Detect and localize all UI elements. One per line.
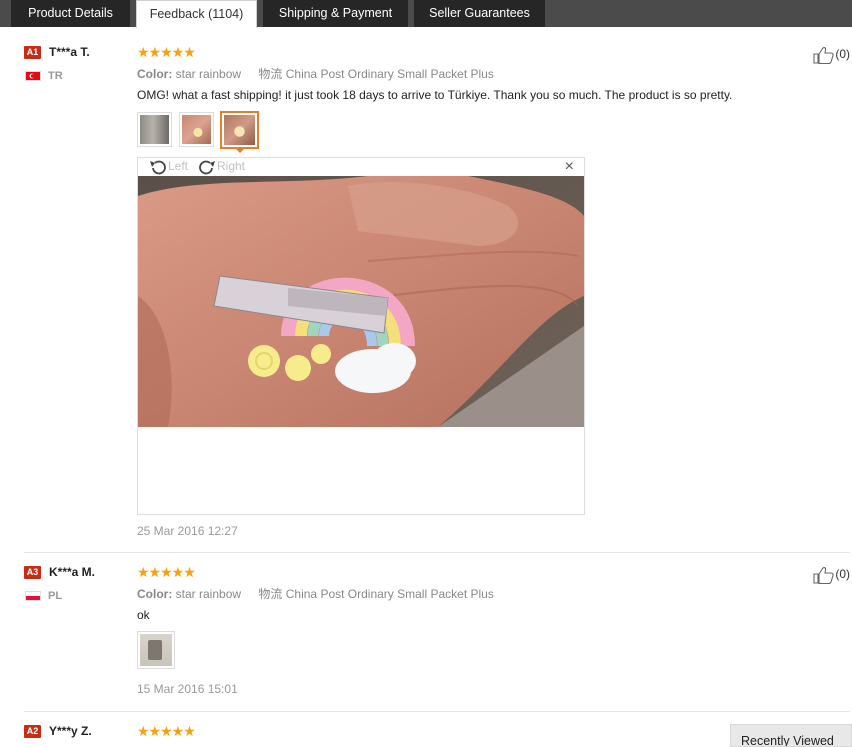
review-date: 25 Mar 2016 12:27 (137, 524, 238, 538)
review-photo-thumb[interactable] (179, 112, 214, 147)
photo-viewer: Left Right × (137, 157, 585, 515)
star-rating: ★★★★★ (137, 723, 196, 739)
thumbs-up-icon (813, 567, 834, 585)
review-date: 15 Mar 2016 15:01 (137, 682, 238, 696)
review-divider (24, 552, 850, 553)
review-photo-large (138, 176, 584, 427)
close-icon[interactable]: × (565, 158, 574, 176)
order-attributes: Color: star rainbow 物流 China Post Ordina… (137, 585, 494, 602)
order-attributes: Color: star rainbow 物流 China Post Ordina… (137, 65, 494, 82)
star-rating: ★★★★★ (137, 564, 196, 580)
helpful-count: (0) (835, 47, 850, 62)
tab-shipping-payment[interactable]: Shipping & Payment (263, 0, 408, 27)
selected-caret-icon (235, 148, 245, 153)
helpful-button[interactable]: (0) (813, 566, 850, 585)
logistics-value: China Post Ordinary Small Packet Plus (285, 67, 494, 81)
thumbs-up-icon (813, 47, 834, 65)
tab-seller-guarantees[interactable]: Seller Guarantees (414, 0, 545, 27)
poland-flag-icon (25, 591, 41, 601)
color-label: Color: (137, 67, 173, 81)
rotate-left-label: Left (168, 159, 189, 174)
helpful-button[interactable]: (0) (813, 46, 850, 65)
rotate-right-icon (199, 160, 215, 175)
review-text: OMG! what a fast shipping! it just took … (137, 88, 733, 102)
helpful-count: (0) (835, 567, 850, 582)
tab-bar: Product Details Feedback (1104) Shipping… (0, 0, 852, 28)
tab-feedback[interactable]: Feedback (1104) (136, 0, 257, 28)
color-value: star rainbow (175, 587, 242, 601)
buyer-level-badge: A2 (24, 725, 41, 738)
color-value: star rainbow (175, 67, 242, 81)
buyer-name: Y***y Z. (49, 724, 92, 738)
buyer-level-badge: A1 (24, 46, 41, 59)
recently-viewed-button[interactable]: Recently Viewed (730, 724, 852, 747)
review-photo-thumb-selected[interactable] (220, 111, 259, 149)
color-label: Color: (137, 587, 173, 601)
logistics-label: 物流 (258, 67, 283, 81)
buyer-name: T***a T. (49, 45, 90, 59)
rotate-left-icon (150, 160, 166, 175)
rotate-left-button[interactable]: Left (148, 159, 188, 175)
star-rating: ★★★★★ (137, 44, 196, 60)
tab-product-details[interactable]: Product Details (11, 0, 130, 27)
recently-viewed-label: Recently Viewed (741, 734, 834, 747)
review-text: ok (137, 608, 150, 622)
review-divider (24, 711, 850, 712)
buyer-level-badge: A3 (24, 566, 41, 579)
review-photo-thumb[interactable] (137, 112, 172, 147)
country-code: PL (48, 590, 63, 602)
country-code: TR (48, 70, 63, 82)
review-photo-thumb[interactable] (137, 631, 175, 669)
logistics-label: 物流 (258, 587, 283, 601)
rotate-right-label: Right (217, 159, 246, 174)
logistics-value: China Post Ordinary Small Packet Plus (285, 587, 494, 601)
buyer-name: K***a M. (49, 565, 96, 579)
rotate-right-button[interactable]: Right (197, 159, 245, 175)
turkey-flag-icon (25, 71, 41, 81)
